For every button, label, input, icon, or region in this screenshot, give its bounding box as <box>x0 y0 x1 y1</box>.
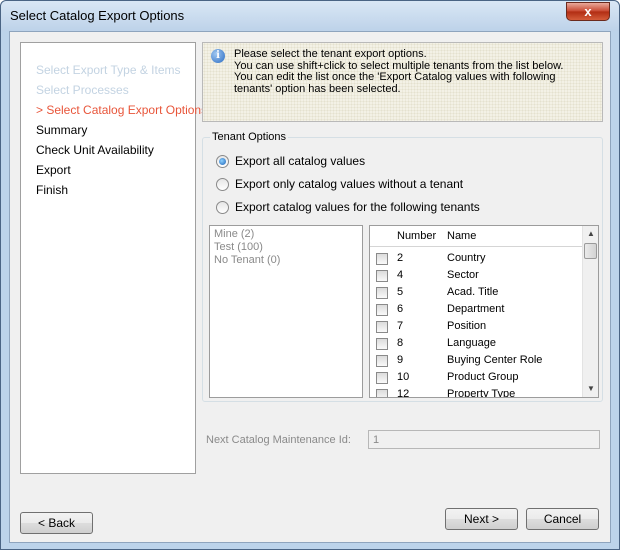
table-row[interactable]: 9 Buying Center Role <box>370 353 582 370</box>
row-checkbox[interactable] <box>376 389 388 397</box>
cell-number: 7 <box>397 320 404 332</box>
row-checkbox[interactable] <box>376 321 388 333</box>
title-bar[interactable]: Select Catalog Export Options x <box>1 1 619 31</box>
cell-name: Language <box>447 337 496 349</box>
row-checkbox[interactable] <box>376 304 388 316</box>
cell-name: Department <box>447 303 505 315</box>
step-export: Export <box>36 163 71 177</box>
row-checkbox[interactable] <box>376 372 388 384</box>
cell-name: Country <box>447 252 486 264</box>
radio-label[interactable]: Export all catalog values <box>235 154 365 168</box>
close-button[interactable]: x <box>566 2 610 21</box>
dialog-window: Select Catalog Export Options x Select E… <box>0 0 620 550</box>
table-row[interactable]: 4 Sector <box>370 268 582 285</box>
step-select-catalog-export-options: > Select Catalog Export Options <box>36 103 208 117</box>
cell-number: 9 <box>397 354 404 366</box>
back-button[interactable]: < Back <box>20 512 93 534</box>
dialog-client-area: Select Export Type & Items Select Proces… <box>9 31 611 543</box>
row-checkbox[interactable] <box>376 338 388 350</box>
next-button[interactable]: Next > <box>445 508 518 530</box>
info-line: tenants' option has been selected. <box>234 82 401 95</box>
step-finish: Finish <box>36 183 69 197</box>
table-row[interactable]: 12 Property Type <box>370 387 582 398</box>
info-line: Please select the tenant export options. <box>234 48 427 60</box>
cell-number: 5 <box>397 286 404 298</box>
cell-number: 8 <box>397 337 404 349</box>
step-summary: Summary <box>36 123 88 137</box>
tenant-options-group: Tenant Options Export all catalog values… <box>202 131 603 402</box>
wizard-steps-panel: Select Export Type & Items Select Proces… <box>20 42 207 474</box>
step-select-processes: Select Processes <box>36 83 129 97</box>
cell-number: 6 <box>397 303 404 315</box>
grid-header: Number Name <box>370 226 582 247</box>
cell-number: 4 <box>397 269 404 281</box>
maintenance-id-label: Next Catalog Maintenance Id: <box>206 434 351 446</box>
row-checkbox[interactable] <box>376 287 388 299</box>
radio-label[interactable]: Export only catalog values without a ten… <box>235 177 463 191</box>
scroll-down-icon[interactable]: ▼ <box>583 381 598 397</box>
tenant-listbox[interactable]: Mine (2) Test (100) No Tenant (0) <box>209 225 363 398</box>
list-item[interactable]: No Tenant (0) <box>210 254 362 267</box>
column-header-number[interactable]: Number <box>397 230 436 242</box>
tenant-options-title: Tenant Options <box>210 131 288 143</box>
radio-button[interactable] <box>216 177 229 191</box>
window-title: Select Catalog Export Options <box>10 8 185 23</box>
grid-rows: 2 Country 4 Sector 5 Acad. Title 6 Depar… <box>370 251 582 398</box>
radio-button[interactable] <box>216 200 229 214</box>
table-row[interactable]: 8 Language <box>370 336 582 353</box>
column-header-name[interactable]: Name <box>447 230 476 242</box>
table-row[interactable]: 7 Position <box>370 319 582 336</box>
row-checkbox[interactable] <box>376 270 388 282</box>
info-icon: i <box>211 49 225 63</box>
radio-export-following-tenants[interactable]: Export catalog values for the following … <box>216 199 480 215</box>
cell-name: Buying Center Role <box>447 354 543 366</box>
info-box: i Please select the tenant export option… <box>202 42 603 122</box>
list-item[interactable]: Mine (2) <box>210 228 362 241</box>
scrollbar-thumb[interactable] <box>584 243 597 259</box>
radio-button-checked[interactable] <box>216 154 229 168</box>
row-checkbox[interactable] <box>376 355 388 367</box>
step-check-unit-availability: Check Unit Availability <box>36 143 154 157</box>
info-line: You can edit the list once the 'Export C… <box>234 71 556 83</box>
cell-number: 12 <box>397 388 410 398</box>
step-select-export-type: Select Export Type & Items <box>36 63 181 77</box>
table-row[interactable]: 5 Acad. Title <box>370 285 582 302</box>
cell-name: Position <box>447 320 487 332</box>
cancel-button[interactable]: Cancel <box>526 508 599 530</box>
radio-export-without-tenant[interactable]: Export only catalog values without a ten… <box>216 176 463 192</box>
catalog-grid[interactable]: Number Name 2 Country 4 Sector 5 Acad. T… <box>369 225 599 398</box>
cell-name: Property Type <box>447 388 516 398</box>
cell-name: Sector <box>447 269 479 281</box>
radio-label[interactable]: Export catalog values for the following … <box>235 200 480 214</box>
radio-export-all[interactable]: Export all catalog values <box>216 153 365 169</box>
cell-number: 10 <box>397 371 410 383</box>
cell-name: Product Group <box>447 371 519 383</box>
cell-number: 2 <box>397 252 404 264</box>
row-checkbox[interactable] <box>376 253 388 265</box>
grid-vertical-scrollbar[interactable]: ▲ ▼ <box>582 226 598 397</box>
maintenance-id-field <box>368 430 600 449</box>
table-row[interactable]: 10 Product Group <box>370 370 582 387</box>
list-item[interactable]: Test (100) <box>210 241 362 254</box>
info-text: Please select the tenant export options.… <box>234 48 594 95</box>
table-row[interactable]: 2 Country <box>370 251 582 268</box>
cell-name: Acad. Title <box>447 286 499 298</box>
table-row[interactable]: 6 Department <box>370 302 582 319</box>
close-icon: x <box>584 4 592 19</box>
scroll-up-icon[interactable]: ▲ <box>583 226 598 242</box>
